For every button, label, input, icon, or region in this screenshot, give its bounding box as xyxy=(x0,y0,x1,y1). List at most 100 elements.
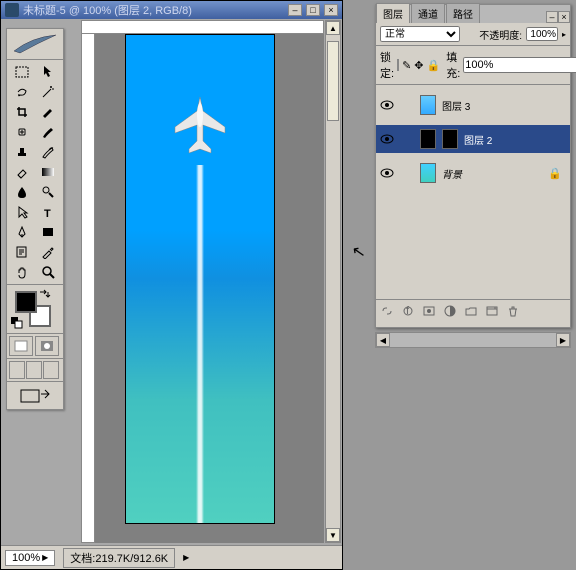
layer-mask-thumb xyxy=(442,129,458,149)
scrollbar-vertical[interactable]: ▲ ▼ xyxy=(325,20,341,543)
link-slot[interactable] xyxy=(400,167,414,179)
quick-mask-mode[interactable] xyxy=(35,336,59,356)
brush-tool[interactable] xyxy=(35,122,61,142)
scroll-thumb[interactable] xyxy=(327,41,339,121)
layer-style-icon[interactable]: f xyxy=(401,304,415,318)
lock-all-icon[interactable]: 🔒 xyxy=(427,59,441,72)
title-bar: 未标题-5 @ 100% (图层 2, RGB/8) – □ × xyxy=(1,1,342,19)
eyedropper-tool[interactable] xyxy=(35,242,61,262)
zoom-field[interactable]: 100%▶ xyxy=(5,550,55,566)
slice-tool[interactable] xyxy=(35,102,61,122)
panel-tabs: 图层 通道 路径 – × xyxy=(376,5,570,23)
blur-tool[interactable] xyxy=(9,182,35,202)
panel-footer: f xyxy=(376,299,570,321)
color-swatches xyxy=(7,285,63,333)
layer-mask-icon[interactable] xyxy=(422,304,436,318)
foreground-color[interactable] xyxy=(15,291,37,313)
opacity-label: 不透明度: xyxy=(479,27,522,42)
ruler-vertical xyxy=(81,33,95,543)
jump-to[interactable] xyxy=(7,381,63,409)
gradient-tool[interactable] xyxy=(35,162,61,182)
panel-scroll[interactable]: ◀ ▶ xyxy=(375,332,571,348)
app-icon xyxy=(5,3,19,17)
tab-layers[interactable]: 图层 xyxy=(376,3,410,23)
layer-row[interactable]: 图层 2 xyxy=(376,125,570,153)
visibility-icon[interactable] xyxy=(380,133,394,145)
layer-name: 图层 2 xyxy=(464,132,492,147)
tab-paths[interactable]: 路径 xyxy=(446,3,480,23)
maximize-button[interactable]: □ xyxy=(306,4,320,16)
lock-label: 锁定: xyxy=(380,49,394,81)
new-layer-icon[interactable] xyxy=(485,304,499,318)
ruler-horizontal xyxy=(81,20,324,34)
layer-row[interactable]: 图层 3 xyxy=(376,91,570,119)
path-select-tool[interactable] xyxy=(9,202,35,222)
minimize-button[interactable]: – xyxy=(288,4,302,16)
panel-minimize[interactable]: – xyxy=(546,11,558,23)
fill-label: 填充: xyxy=(446,49,460,81)
airplane xyxy=(173,95,227,158)
stamp-tool[interactable] xyxy=(9,142,35,162)
fill-input[interactable] xyxy=(463,57,576,73)
lock-icon: 🔒 xyxy=(548,167,562,180)
link-slot[interactable] xyxy=(400,99,414,111)
heal-tool[interactable] xyxy=(9,122,35,142)
scroll-right-icon[interactable]: ▶ xyxy=(556,333,570,347)
panel-close[interactable]: × xyxy=(558,11,570,23)
lock-move-icon[interactable]: ✥ xyxy=(414,59,423,72)
lock-brush-icon[interactable]: ✎ xyxy=(402,59,411,72)
notes-tool[interactable] xyxy=(9,242,35,262)
zoom-tool[interactable] xyxy=(35,262,61,282)
window-title: 未标题-5 @ 100% (图层 2, RGB/8) xyxy=(23,2,192,18)
tab-channels[interactable]: 通道 xyxy=(411,3,445,23)
move-tool[interactable] xyxy=(35,62,61,82)
layers-list: 图层 3 图层 2 背景 🔒 xyxy=(376,85,570,299)
visibility-icon[interactable] xyxy=(380,167,394,179)
shape-tool[interactable] xyxy=(35,222,61,242)
link-layers-icon[interactable] xyxy=(380,304,394,318)
layer-name: 背景 xyxy=(442,166,462,181)
close-button[interactable]: × xyxy=(324,4,338,16)
delete-layer-icon[interactable] xyxy=(506,304,520,318)
layer-thumb xyxy=(420,163,436,183)
layer-thumb xyxy=(420,129,436,149)
app-logo xyxy=(7,29,63,59)
toolbox: T xyxy=(6,28,64,410)
crop-tool[interactable] xyxy=(9,102,35,122)
scroll-left-icon[interactable]: ◀ xyxy=(376,333,390,347)
svg-text:T: T xyxy=(44,208,51,219)
layer-row[interactable]: 背景 🔒 xyxy=(376,159,570,187)
contrail xyxy=(196,165,204,524)
opacity-flyout-icon[interactable]: ▸ xyxy=(562,30,566,39)
link-slot[interactable] xyxy=(400,133,414,145)
screen-mode-full-menu[interactable] xyxy=(26,361,42,379)
flyout-icon[interactable]: ▶ xyxy=(183,553,189,562)
lock-transparency[interactable] xyxy=(397,59,399,71)
screen-mode-standard[interactable] xyxy=(9,361,25,379)
scroll-down-icon[interactable]: ▼ xyxy=(326,528,340,542)
layer-name: 图层 3 xyxy=(442,98,470,113)
wand-tool[interactable] xyxy=(35,82,61,102)
swap-colors-icon[interactable] xyxy=(39,289,53,299)
type-tool[interactable]: T xyxy=(35,202,61,222)
pen-tool[interactable] xyxy=(9,222,35,242)
marquee-tool[interactable] xyxy=(9,62,35,82)
canvas-viewport[interactable] xyxy=(95,34,324,543)
scroll-up-icon[interactable]: ▲ xyxy=(326,21,340,35)
blend-mode-select[interactable]: 正常 xyxy=(380,26,460,42)
eraser-tool[interactable] xyxy=(9,162,35,182)
adjustment-layer-icon[interactable] xyxy=(443,304,457,318)
history-brush-tool[interactable] xyxy=(35,142,61,162)
screen-mode-full[interactable] xyxy=(43,361,59,379)
dodge-tool[interactable] xyxy=(35,182,61,202)
opacity-input[interactable] xyxy=(526,27,558,41)
hand-tool[interactable] xyxy=(9,262,35,282)
default-colors-icon[interactable] xyxy=(11,317,23,329)
new-group-icon[interactable] xyxy=(464,304,478,318)
status-bar: 100%▶ 文档:219.7K/912.6K ▶ xyxy=(1,545,342,569)
canvas[interactable] xyxy=(125,34,275,524)
visibility-icon[interactable] xyxy=(380,99,394,111)
standard-mode[interactable] xyxy=(9,336,33,356)
cursor-icon: ↖ xyxy=(350,241,367,263)
lasso-tool[interactable] xyxy=(9,82,35,102)
